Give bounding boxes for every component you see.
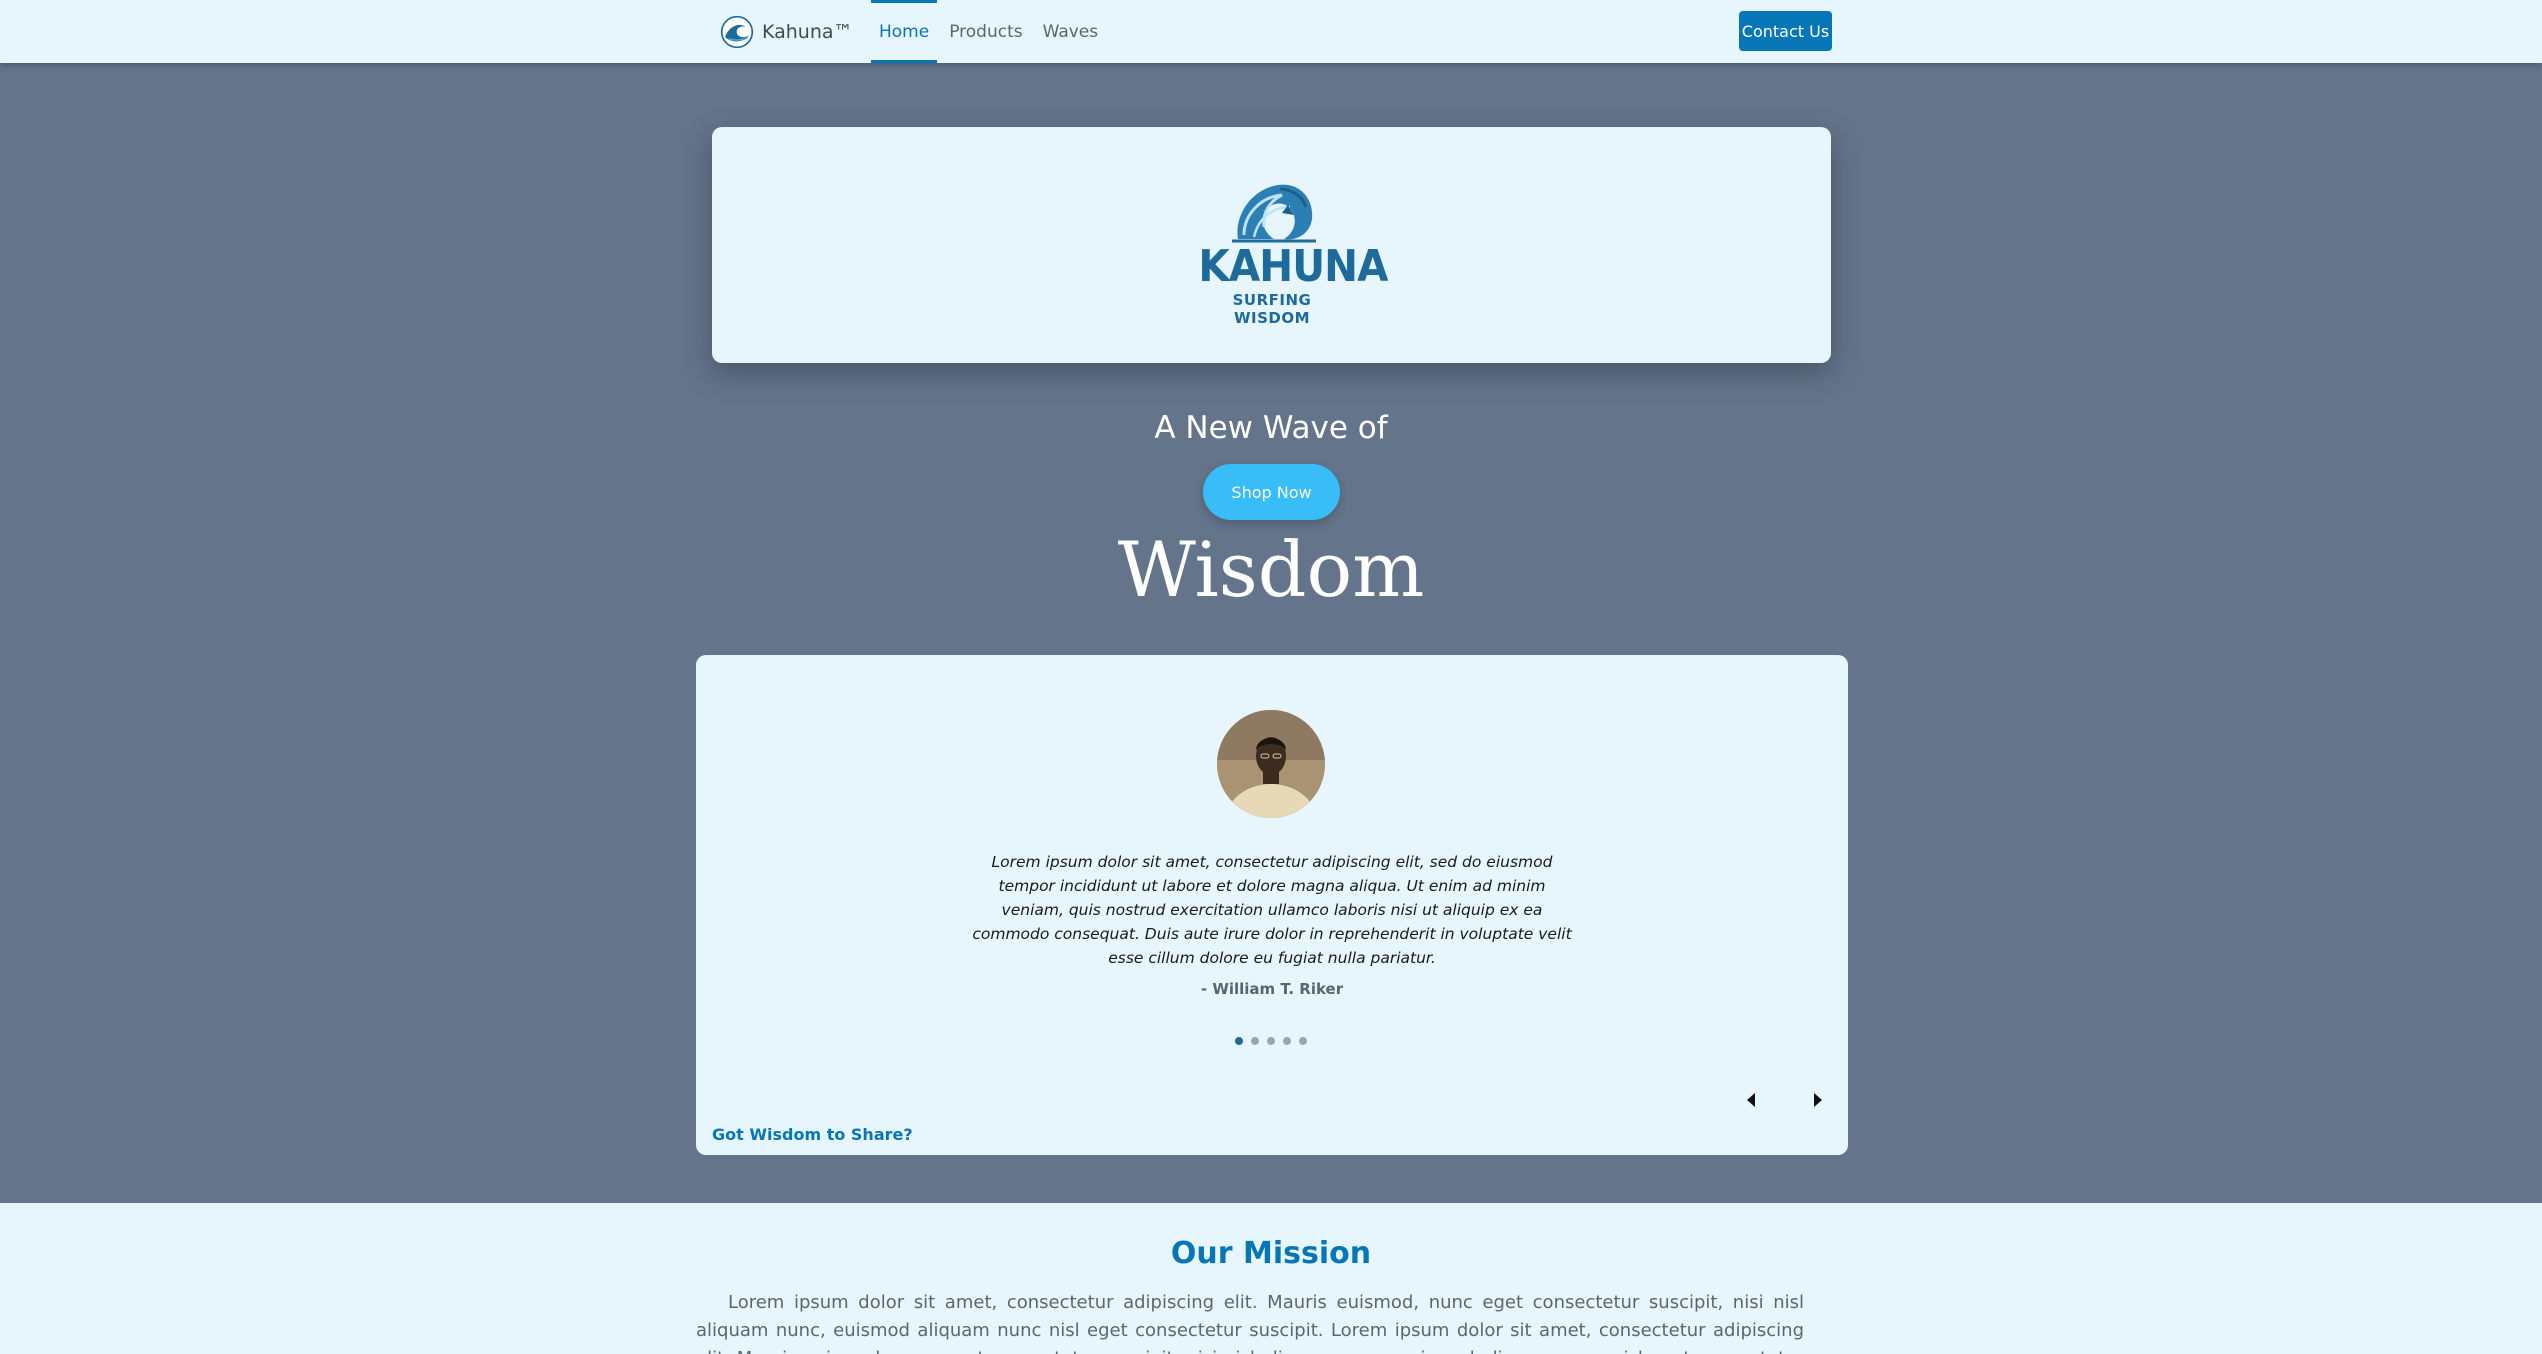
carousel-dot[interactable] — [1299, 1037, 1307, 1045]
carousel-indicators — [1235, 1037, 1307, 1045]
avatar-photo — [1217, 710, 1325, 818]
carousel-dot[interactable] — [1235, 1037, 1243, 1045]
carousel-next-button[interactable] — [1803, 1085, 1833, 1115]
nav-link-home[interactable]: Home — [871, 0, 938, 63]
testimonial-author: - William T. Riker — [1200, 980, 1344, 998]
nav-link-waves[interactable]: Waves — [1035, 0, 1107, 63]
carousel-dot[interactable] — [1283, 1037, 1291, 1045]
avatar — [1217, 710, 1325, 818]
testimonial-quote: Lorem ipsum dolor sit amet, consectetur … — [972, 853, 1572, 967]
nav-link-products[interactable]: Products — [941, 0, 1030, 63]
carousel-dot[interactable] — [1251, 1037, 1259, 1045]
chevron-right-icon — [1814, 1093, 1822, 1107]
wave-emblem-icon — [1232, 184, 1316, 243]
chevron-left-icon — [1747, 1093, 1755, 1107]
shop-now-button[interactable]: Shop Now — [1203, 464, 1340, 520]
carousel-dot[interactable] — [1267, 1037, 1275, 1045]
logo-card: KAHUNA SURFING WISDOM — [712, 127, 1831, 363]
mission-text: Lorem ipsum dolor sit amet, consectetur … — [696, 1292, 1804, 1354]
logo-subtitle: SURFING WISDOM — [1232, 291, 1312, 327]
wave-logo-icon — [720, 15, 754, 49]
logo-title: KAHUNA — [1198, 241, 1388, 292]
nav-links: Home Products Waves — [871, 0, 1110, 63]
carousel-prev-button[interactable] — [1736, 1085, 1766, 1115]
hero-heading-line1: A New Wave of — [1154, 410, 1388, 446]
brand[interactable]: Kahuna™ — [720, 14, 853, 50]
mission-title: Our Mission — [1170, 1236, 1372, 1271]
mission-section: Our Mission Lorem ipsum dolor sit amet, … — [0, 1203, 2542, 1354]
navbar: Kahuna™ Home Products Waves Contact Us — [0, 0, 2542, 63]
brand-name: Kahuna™ — [762, 21, 853, 43]
contact-us-button[interactable]: Contact Us — [1739, 11, 1832, 51]
kahuna-logo: KAHUNA SURFING WISDOM — [1192, 175, 1388, 327]
share-wisdom-link[interactable]: Got Wisdom to Share? — [712, 1125, 913, 1144]
testimonial-card: Lorem ipsum dolor sit amet, consectetur … — [696, 655, 1848, 1155]
hero-heading-line2: Wisdom — [1117, 525, 1425, 614]
